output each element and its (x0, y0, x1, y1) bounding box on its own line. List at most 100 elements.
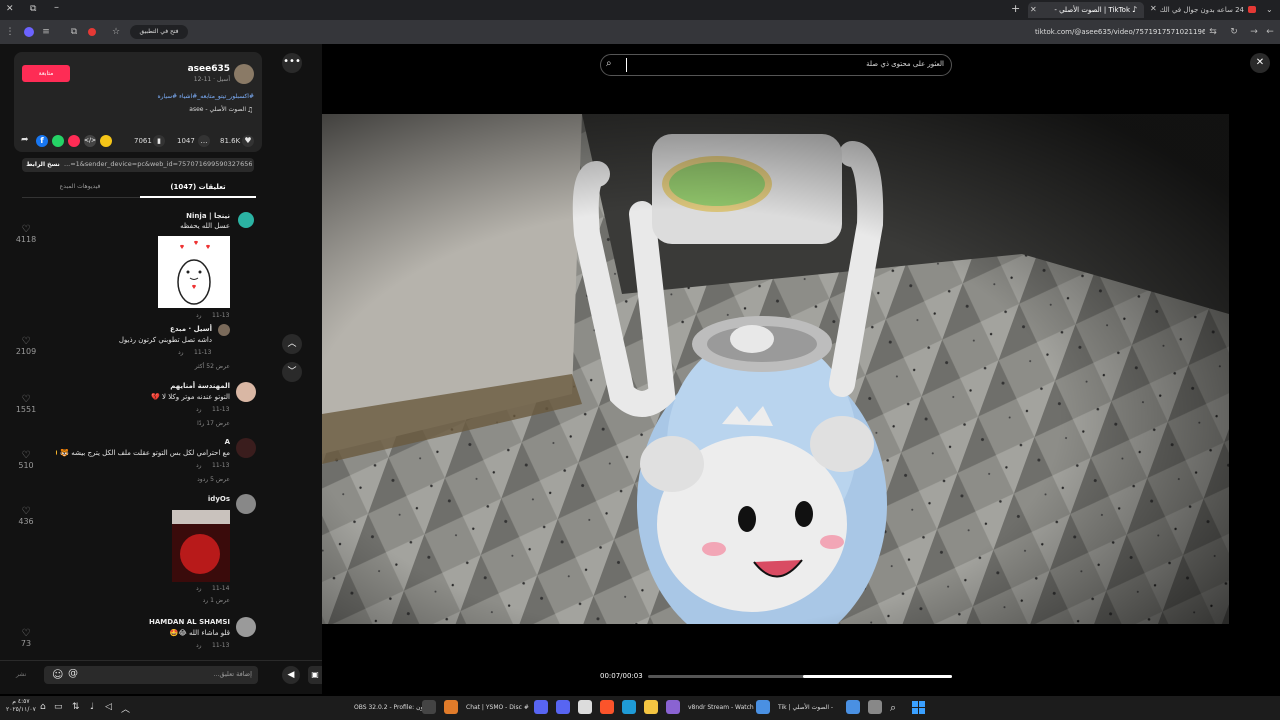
brave-icon[interactable] (600, 700, 614, 714)
chrome-icon[interactable] (756, 700, 770, 714)
commenter-avatar[interactable] (236, 494, 256, 514)
commenter-name[interactable]: المهندسة أمنايهم (120, 382, 230, 390)
extensions-icon[interactable]: ≡ (40, 26, 52, 38)
previous-video-button[interactable]: ︿ (282, 334, 302, 354)
microphone-icon[interactable]: ♩ (90, 702, 94, 712)
copy-link-button[interactable]: نسخ الرابط (24, 158, 62, 172)
facebook-icon[interactable]: f (36, 135, 48, 147)
comment-like[interactable]: ♡ 73 (6, 628, 46, 648)
tray-chevron-icon[interactable]: ︿ (121, 702, 130, 715)
follow-button[interactable]: متابعة (22, 65, 70, 82)
view-replies-button[interactable]: عرض 5 ردود (150, 476, 230, 483)
taskbar-discord[interactable]: Chat | YSMO - Disc # (466, 702, 529, 714)
view-replies-button[interactable]: عرض 17 ردًا (150, 420, 230, 427)
calendar-icon[interactable] (578, 700, 592, 714)
reply-button[interactable]: رد (196, 312, 202, 319)
comment-icon[interactable]: … (198, 135, 210, 147)
creator-avatar[interactable] (234, 64, 254, 84)
view-replies-button[interactable]: عرض 52 أكثر (150, 363, 230, 370)
commenter-name[interactable]: أسيل · مبدع (120, 325, 212, 333)
taskbar-obs[interactable]: OBS 32.0.2 - Profile: بدون (354, 702, 428, 714)
video-player[interactable] (322, 114, 1229, 624)
commenter-name[interactable]: HAMDAN AL SHAMSI (120, 618, 230, 626)
new-tab-button[interactable]: + (1011, 2, 1020, 15)
taskbar-clock[interactable]: ٤:٥٧ م ٢٠٢٥/١١/٠٧ (6, 698, 36, 714)
reply-button[interactable]: رد (196, 406, 202, 413)
post-comment-button[interactable]: نشر (16, 671, 26, 678)
address-bar[interactable]: tiktok.com/@asee635/video/75719175710211… (1035, 26, 1205, 38)
notifications-icon[interactable]: ⌂ (40, 702, 46, 712)
hashtags[interactable]: #اكسبلور_تيتو_متابعه_#اشياء #سياره (60, 93, 254, 100)
commenter-avatar[interactable] (236, 382, 256, 402)
speaker-icon[interactable]: ◁ (105, 702, 112, 712)
view-replies-button[interactable]: عرض 1 رد (150, 597, 230, 604)
pip-icon[interactable]: ▣ (308, 666, 322, 684)
task-view-icon[interactable] (868, 700, 882, 714)
obs-icon[interactable] (422, 700, 436, 714)
puzzle-icon[interactable]: ⧉ (68, 26, 80, 38)
comment-like[interactable]: ♡ 436 (6, 506, 46, 526)
comment-sticker-image[interactable] (158, 236, 230, 308)
commenter-name[interactable]: A (120, 438, 230, 446)
search-icon[interactable]: ⌕ (606, 58, 612, 69)
mention-icon[interactable]: @ (68, 668, 78, 679)
commenter-name[interactable]: نينجا | Ninja (130, 212, 230, 220)
coin-icon[interactable] (100, 135, 112, 147)
reload-icon[interactable]: ↻ (1228, 26, 1240, 38)
next-video-button[interactable]: ﹀ (282, 362, 302, 382)
comment-like[interactable]: ♡ 4118 (6, 224, 46, 244)
close-icon[interactable]: ✕ (1250, 53, 1270, 73)
comment-like[interactable]: ♡ 1551 (6, 394, 46, 414)
forward-icon[interactable]: → (1248, 26, 1260, 38)
app-icon[interactable] (444, 700, 458, 714)
back-icon[interactable]: ← (1264, 26, 1276, 38)
restore-window-icon[interactable]: ⧉ (30, 4, 36, 14)
bookmark-star-icon[interactable]: ☆ (110, 26, 122, 38)
record-icon[interactable] (88, 28, 96, 36)
send-icon[interactable] (68, 135, 80, 147)
discord-icon[interactable] (534, 700, 548, 714)
network-icon[interactable]: ⇅ (72, 702, 80, 712)
share-link-text[interactable]: ...=1&sender_device=pc&web_id=7570716995… (64, 160, 252, 168)
comment-photo[interactable] (172, 510, 230, 582)
tab-creator-videos[interactable]: فيديوهات المبدع (22, 183, 138, 190)
sound-label[interactable]: الصوت الأصلي - asee (120, 106, 246, 113)
commenter-avatar[interactable] (218, 324, 230, 336)
tab-comments[interactable]: تعليقات (1047) (140, 183, 256, 191)
profile-avatar[interactable] (24, 27, 34, 37)
taskbar-stream[interactable]: v8ndr Stream - Watch L (688, 702, 759, 714)
emoji-icon[interactable]: ☺ (52, 668, 63, 681)
reply-button[interactable]: رد (196, 642, 202, 649)
close-window-icon[interactable]: ✕ (6, 4, 14, 14)
monitor-icon[interactable]: ▭ (54, 702, 63, 712)
discord-icon[interactable] (556, 700, 570, 714)
commenter-name[interactable]: idyOs (130, 495, 230, 503)
copilot-icon[interactable] (666, 700, 680, 714)
bookmark-icon[interactable]: ▮ (153, 135, 165, 147)
chrome-icon[interactable] (846, 700, 860, 714)
folder-icon[interactable] (644, 700, 658, 714)
comment-like[interactable]: ♡ 510 (6, 450, 46, 470)
share-icon[interactable]: ➦ (21, 135, 29, 145)
tab-search-icon[interactable]: ⌄ (1266, 5, 1273, 14)
windows-start-icon[interactable] (912, 701, 925, 714)
reply-button[interactable]: رد (178, 349, 184, 356)
tab-tiktok[interactable]: TikTok | الصوت الأصلي - (1028, 2, 1144, 18)
tab-24-hours[interactable]: 24 ساعه بدون جوال في الك... (1160, 2, 1258, 18)
embed-icon[interactable]: </> (84, 135, 96, 147)
edge-icon[interactable] (622, 700, 636, 714)
volume-icon[interactable]: ◀ (282, 666, 300, 684)
more-options-button[interactable]: ••• (282, 53, 302, 73)
site-settings-icon[interactable]: ⇆ (1207, 26, 1219, 38)
close-tab-icon[interactable]: ✕ (1030, 5, 1037, 14)
commenter-avatar[interactable] (236, 617, 256, 637)
close-tab-icon[interactable]: ✕ (1150, 4, 1157, 13)
like-icon[interactable]: ♥ (242, 135, 254, 147)
commenter-avatar[interactable] (238, 212, 254, 228)
progress-fill[interactable] (803, 675, 952, 678)
whatsapp-icon[interactable] (52, 135, 64, 147)
creator-username[interactable]: asee635 (150, 64, 230, 74)
commenter-avatar[interactable] (236, 438, 256, 458)
menu-icon[interactable]: ⋮ (4, 26, 16, 38)
open-in-app-button[interactable]: فتح في التطبيق (130, 25, 188, 39)
